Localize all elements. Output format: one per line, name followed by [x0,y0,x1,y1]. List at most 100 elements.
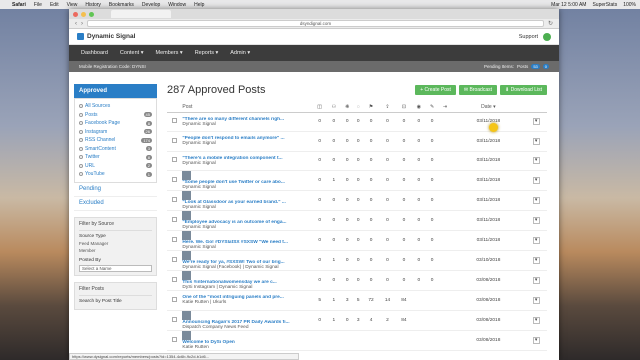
source-item[interactable]: Twitter 8 [79,153,152,162]
sidebar-approved[interactable]: Approved [74,84,157,98]
source-item[interactable]: YouTube 1 [79,170,152,179]
row-checkbox[interactable] [172,197,178,202]
app-menu[interactable]: Safari [12,2,26,8]
row-menu-button[interactable]: ▾ [532,257,540,264]
row-checkbox[interactable] [172,118,178,124]
menu-history[interactable]: History [85,2,101,8]
source-item[interactable]: Posts 45 [79,111,152,120]
radio-icon[interactable] [79,121,83,126]
post-thumbnail[interactable] [182,330,192,340]
menu-develop[interactable]: Develop [142,2,160,8]
post-thumbnail[interactable] [182,310,192,320]
menu-extra[interactable]: SuperStats [592,2,617,8]
post-column-header[interactable]: Post [182,102,313,113]
row-checkbox[interactable] [172,257,178,262]
table-row[interactable]: Announcing Ragan's 2017 PR Daily Awards … [167,310,547,331]
date-column-header[interactable]: Date ▾ [451,102,526,113]
menu-file[interactable]: File [34,2,42,8]
radio-icon[interactable] [79,129,83,134]
flag-icon[interactable]: ⚑ [362,102,380,113]
row-checkbox[interactable] [172,277,178,282]
row-menu-button[interactable]: ▾ [532,316,540,324]
pin-icon[interactable]: ✎ [425,102,439,113]
reach-icon[interactable]: ◉ [412,102,426,113]
post-title[interactable]: Announcing Ragan's 2017 PR Daily Awards … [182,320,307,325]
table-row[interactable]: Here. We. Go! #DYSIatSX #SXSW "We need t… [167,230,547,251]
table-row[interactable]: Welcome to DySi Open Katie Rutten 03/08/20… [167,330,547,351]
comment-icon[interactable]: ◌ [353,102,363,113]
source-type-member[interactable]: Member [79,248,152,255]
source-item[interactable]: All Sources [79,102,152,111]
download-list-button[interactable]: ⬇ Download List [500,85,547,95]
browser-tab[interactable] [111,10,171,18]
menu-window[interactable]: Window [168,2,186,8]
minimize-window-icon[interactable] [81,11,86,17]
action-icon[interactable]: ⇥ [438,102,452,113]
menu-help[interactable]: Help [194,2,204,8]
row-checkbox[interactable] [172,316,178,322]
row-menu-button[interactable]: ▾ [532,157,540,165]
menu-edit[interactable]: Edit [50,2,59,8]
post-thumbnail[interactable] [182,211,192,220]
row-checkbox[interactable] [172,157,178,163]
support-link[interactable]: Support [519,34,538,40]
brand-logo[interactable]: Dynamic Signal [77,33,135,40]
radio-icon[interactable] [79,155,83,160]
radio-icon[interactable] [79,163,83,168]
post-thumbnail[interactable] [182,271,192,280]
broadcast-button[interactable]: ✉ Broadcast [458,85,497,95]
post-thumbnail[interactable] [182,251,192,260]
table-row[interactable]: We're ready for ya, #SXSW! Two of our br… [167,250,547,271]
table-row[interactable]: "Some people don't use Twitter or care a… [167,170,547,191]
sidebar-pending[interactable]: Pending [74,182,157,197]
click-icon[interactable]: ⊡ [395,102,413,113]
back-icon[interactable]: ‹ [75,21,77,27]
row-menu-button[interactable]: ▾ [532,336,540,344]
post-thumbnail[interactable] [182,191,192,200]
nav-reports[interactable]: Reports ▾ [195,50,219,56]
radio-icon[interactable] [79,112,83,117]
row-checkbox[interactable] [172,296,178,302]
row-checkbox[interactable] [172,177,178,182]
radio-icon[interactable] [79,104,83,109]
avatar[interactable] [543,32,551,41]
menu-view[interactable]: View [67,2,78,8]
forward-icon[interactable]: › [81,21,83,27]
pending-posts-label[interactable]: Posts [517,64,528,69]
source-item[interactable]: RSS Channel 174 [79,136,152,145]
row-menu-button[interactable]: ▾ [532,277,540,284]
source-item[interactable]: Instagram 26 [79,128,152,137]
row-checkbox[interactable] [172,217,178,222]
nav-admin[interactable]: Admin ▾ [230,50,250,56]
table-row[interactable]: "Employee advocacy is an outcome of enga… [167,210,547,231]
source-item[interactable]: Facebook Page 8 [79,119,152,128]
radio-icon[interactable] [79,172,83,177]
radio-icon[interactable] [79,146,83,151]
row-checkbox[interactable] [172,237,178,242]
nav-dashboard[interactable]: Dashboard [81,50,108,56]
row-menu-button[interactable]: ▾ [532,237,540,244]
table-row[interactable]: "There's a mobile integration component … [167,151,547,171]
network-icon[interactable]: ❋ [340,102,354,113]
url-field[interactable]: dsyndignal.com [87,20,544,27]
row-menu-button[interactable]: ▾ [532,197,540,204]
create-post-button[interactable]: + Create Post [415,85,456,95]
table-row[interactable]: "People don't respond to emails anymore"… [167,131,547,152]
row-menu-button[interactable]: ▾ [532,296,540,304]
reload-icon[interactable]: ↻ [548,20,553,27]
posted-by-select[interactable]: Select a Name [79,264,152,272]
table-row[interactable]: This #internationalwomensday we are c...… [167,270,547,291]
row-checkbox[interactable] [172,137,178,143]
post-thumbnail[interactable] [182,171,192,180]
zoom-window-icon[interactable] [89,11,94,17]
row-menu-button[interactable]: ▾ [532,137,540,145]
sidebar-excluded[interactable]: Excluded [74,196,157,211]
row-menu-button[interactable]: ▾ [532,177,540,184]
share-icon[interactable]: ⇪ [379,102,396,113]
nav-members[interactable]: Members ▾ [155,50,182,56]
close-window-icon[interactable] [73,11,78,17]
menu-bookmarks[interactable]: Bookmarks [109,2,134,8]
people-icon[interactable]: ⚇ [326,102,341,113]
table-row[interactable]: "Look at Glassdoor as your earned brand.… [167,190,547,211]
nav-content[interactable]: Content ▾ [120,50,144,56]
